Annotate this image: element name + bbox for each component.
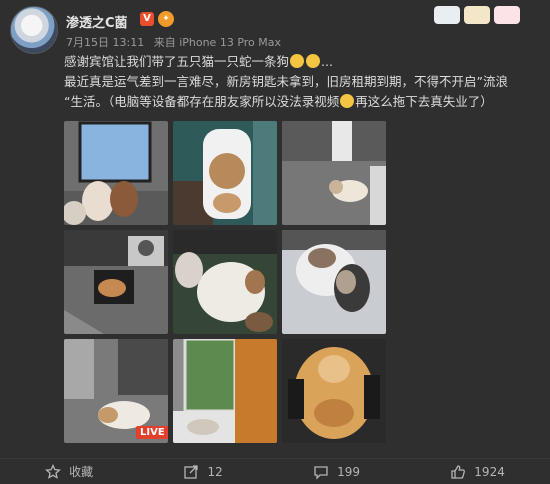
- like-count: 1924: [474, 464, 505, 479]
- comment-button[interactable]: 199: [313, 464, 360, 480]
- weibo-post-card: 渗透之C菌 V ✦ 7月15日 13:11 来自 iPhone 13 Pro M…: [0, 0, 550, 483]
- post-header: 渗透之C菌 V ✦ 7月15日 13:11 来自 iPhone 13 Pro M…: [10, 6, 540, 54]
- avatar[interactable]: [10, 6, 58, 54]
- post-date[interactable]: 7月15日 13:11: [66, 36, 144, 49]
- comment-count: 199: [337, 464, 360, 479]
- post-line-2: 最近真是运气差到一言难尽，新房钥匙未拿到，旧房租期到期，不得不开启”流浪: [64, 74, 508, 89]
- sweat-emoji-icon: [306, 54, 321, 68]
- comment-icon: [314, 465, 328, 480]
- repost-button[interactable]: 12: [183, 464, 223, 480]
- photo-6[interactable]: [282, 230, 386, 334]
- sticker-icon: [494, 6, 520, 24]
- like-icon: [451, 464, 466, 479]
- post-source: 来自 iPhone 13 Pro Max: [153, 36, 282, 49]
- favorite-button[interactable]: 收藏: [45, 463, 93, 480]
- post-text: 感谢宾馆让我们带了五只猫一只蛇一条狗... 最近真是运气差到一言难尽，新房钥匙未…: [64, 52, 534, 112]
- star-icon: [45, 463, 62, 479]
- post-line-3: “生活。（电脑等设备都存在朋友家所以没法录视频: [64, 94, 340, 109]
- photo-8[interactable]: [173, 339, 277, 443]
- header-decorations: [430, 6, 540, 26]
- post-line-1-tail: ...: [321, 54, 333, 69]
- photo-7[interactable]: LIVE: [64, 339, 168, 443]
- photo-2[interactable]: [173, 121, 277, 225]
- crying-emoji-icon: [290, 54, 305, 68]
- like-button[interactable]: 1924: [450, 464, 505, 480]
- vip-badge: V: [140, 12, 154, 26]
- photo-grid: LIVE: [64, 121, 386, 443]
- photo-9[interactable]: [282, 339, 386, 443]
- photo-1[interactable]: [64, 121, 168, 225]
- repost-icon: [184, 464, 199, 479]
- post-line-1: 感谢宾馆让我们带了五只猫一只蛇一条狗: [64, 54, 290, 69]
- action-bar: 收藏 12 199 1924: [0, 458, 550, 484]
- sticker-icon: [464, 6, 490, 24]
- photo-3[interactable]: [282, 121, 386, 225]
- post-meta: 7月15日 13:11 来自 iPhone 13 Pro Max: [66, 34, 287, 50]
- photo-5[interactable]: [173, 230, 277, 334]
- author-name[interactable]: 渗透之C菌: [66, 12, 128, 31]
- post-line-3-tail: 再这么拖下去真失业了）: [355, 94, 493, 109]
- photo-4[interactable]: [64, 230, 168, 334]
- live-badge: LIVE: [136, 426, 168, 439]
- fan-badge-icon: ✦: [158, 11, 174, 27]
- repost-count: 12: [207, 464, 223, 479]
- favorite-label: 收藏: [69, 465, 94, 479]
- crying-emoji-icon: [340, 94, 355, 108]
- sticker-icon: [434, 6, 460, 24]
